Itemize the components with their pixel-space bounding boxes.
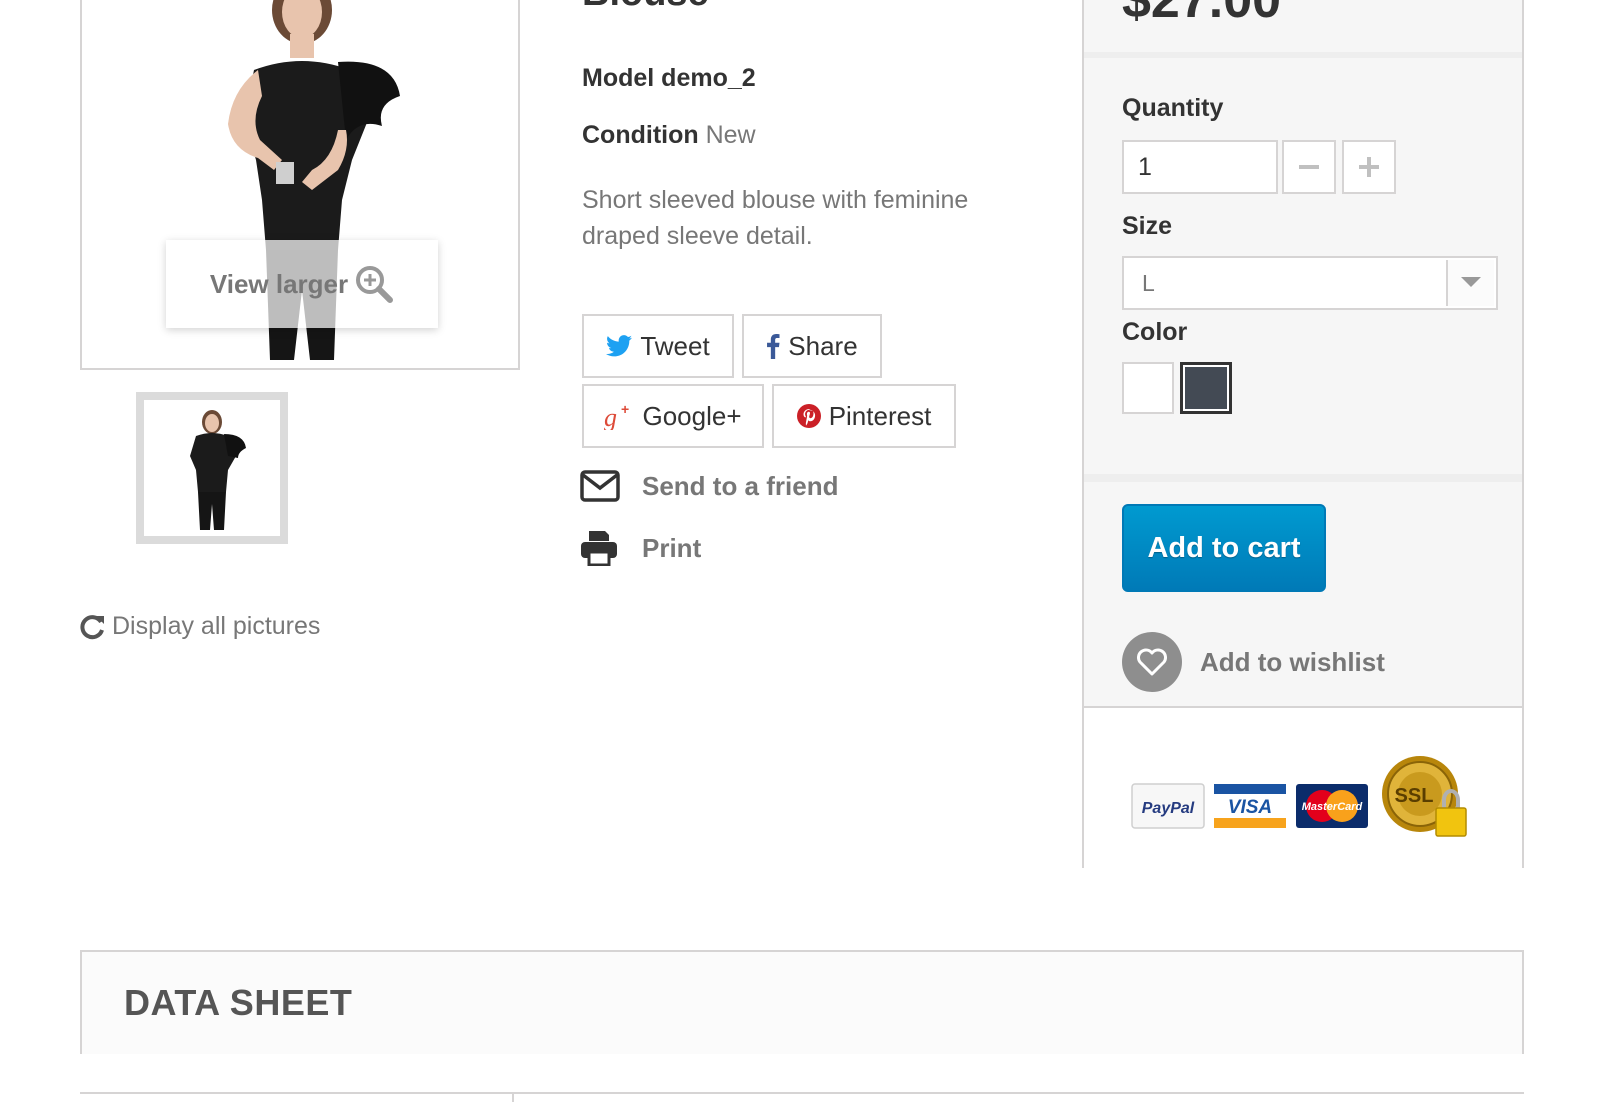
- size-select[interactable]: L: [1122, 256, 1498, 310]
- data-sheet-title: DATA SHEET: [124, 982, 353, 1023]
- zoom-in-icon: [356, 266, 394, 303]
- payment-logos: PayPal VISA MasterCard SSL: [1084, 706, 1522, 870]
- facebook-share-button[interactable]: Share: [742, 314, 882, 378]
- box-divider: [1084, 474, 1522, 482]
- pinterest-label: Pinterest: [828, 400, 932, 431]
- buy-box: $27.00 Quantity 1 Size L Color Add to ca…: [1082, 0, 1524, 870]
- svg-text:SSL: SSL: [1395, 785, 1434, 807]
- printer-icon: [581, 531, 617, 566]
- quantity-label: Quantity: [1122, 94, 1224, 122]
- add-to-cart-button[interactable]: Add to cart: [1122, 504, 1326, 592]
- pinterest-button[interactable]: Pinterest: [772, 384, 956, 448]
- send-to-friend-link[interactable]: Send to a friend: [580, 470, 838, 502]
- pinterest-icon: [796, 404, 821, 428]
- add-to-wishlist-label: Add to wishlist: [1200, 646, 1385, 677]
- product-title: Blouse: [582, 0, 709, 15]
- condition-label: Condition: [582, 121, 699, 149]
- chevron-down-icon: [1461, 277, 1481, 287]
- price-area: $27.00: [1084, 0, 1522, 58]
- twitter-icon: [606, 335, 633, 357]
- print-label: Print: [642, 532, 702, 563]
- svg-text:PayPal: PayPal: [1142, 800, 1195, 817]
- data-sheet-section: DATA SHEET: [80, 950, 1524, 1054]
- refresh-icon: [80, 614, 104, 639]
- plus-icon: [1359, 157, 1379, 177]
- add-to-cart-label: Add to cart: [1147, 531, 1301, 564]
- product-description: Short sleeved blouse with feminine drape…: [582, 186, 969, 250]
- google-plus-button[interactable]: g + Google+: [582, 384, 764, 448]
- tweet-button[interactable]: Tweet: [582, 314, 734, 378]
- tweet-label: Tweet: [640, 330, 710, 361]
- heart-icon-circle: [1122, 632, 1182, 692]
- svg-text:g: g: [604, 403, 617, 430]
- display-all-pictures-link[interactable]: Display all pictures: [80, 612, 320, 641]
- color-swatch-white[interactable]: [1122, 362, 1174, 414]
- product-price: $27.00: [1122, 0, 1282, 29]
- google-plus-label: Google+: [642, 400, 742, 431]
- quantity-input[interactable]: 1: [1122, 140, 1278, 194]
- quantity-decrease-button[interactable]: [1282, 140, 1336, 194]
- product-model: Model demo_2: [582, 64, 756, 93]
- product-condition: Condition New: [582, 121, 756, 150]
- google-plus-icon: g +: [604, 402, 629, 430]
- print-link[interactable]: Print: [580, 530, 701, 566]
- size-label: Size: [1122, 212, 1173, 240]
- data-sheet-column-divider: [512, 1092, 514, 1102]
- mastercard-logo: MasterCard: [1296, 784, 1368, 828]
- svg-text:VISA: VISA: [1228, 797, 1272, 818]
- color-swatch-dark-grey[interactable]: [1180, 362, 1232, 414]
- size-selected-value: L: [1142, 269, 1155, 296]
- product-thumbnail[interactable]: [136, 392, 288, 544]
- send-to-friend-label: Send to a friend: [642, 470, 839, 501]
- quantity-increase-button[interactable]: [1342, 140, 1396, 194]
- svg-text:MasterCard: MasterCard: [1302, 801, 1363, 813]
- visa-logo: VISA: [1214, 784, 1286, 828]
- color-label: Color: [1122, 318, 1188, 346]
- minus-icon: [1299, 165, 1319, 169]
- size-dropdown-toggle[interactable]: [1446, 260, 1494, 306]
- envelope-icon: [580, 470, 620, 502]
- view-larger-label: View larger: [209, 268, 349, 299]
- ssl-seal-logo: SSL: [1382, 756, 1467, 837]
- condition-value: New: [705, 121, 756, 149]
- add-to-wishlist-link[interactable]: Add to wishlist: [1122, 632, 1385, 692]
- product-main-image[interactable]: View larger: [80, 0, 520, 370]
- data-sheet-table-border: [80, 1092, 1524, 1094]
- share-label: Share: [788, 330, 858, 361]
- payment-logos-strip: PayPal VISA MasterCard SSL: [1131, 756, 1467, 837]
- model-value: demo_2: [661, 64, 756, 92]
- paypal-logo: PayPal: [1131, 783, 1205, 829]
- thumbnail-photo: [144, 400, 280, 536]
- view-larger-button[interactable]: View larger: [166, 240, 438, 328]
- display-all-label: Display all pictures: [112, 612, 321, 640]
- facebook-icon: [767, 333, 780, 359]
- model-label: Model: [582, 64, 655, 92]
- svg-text:+: +: [621, 402, 629, 417]
- heart-icon: [1137, 648, 1167, 676]
